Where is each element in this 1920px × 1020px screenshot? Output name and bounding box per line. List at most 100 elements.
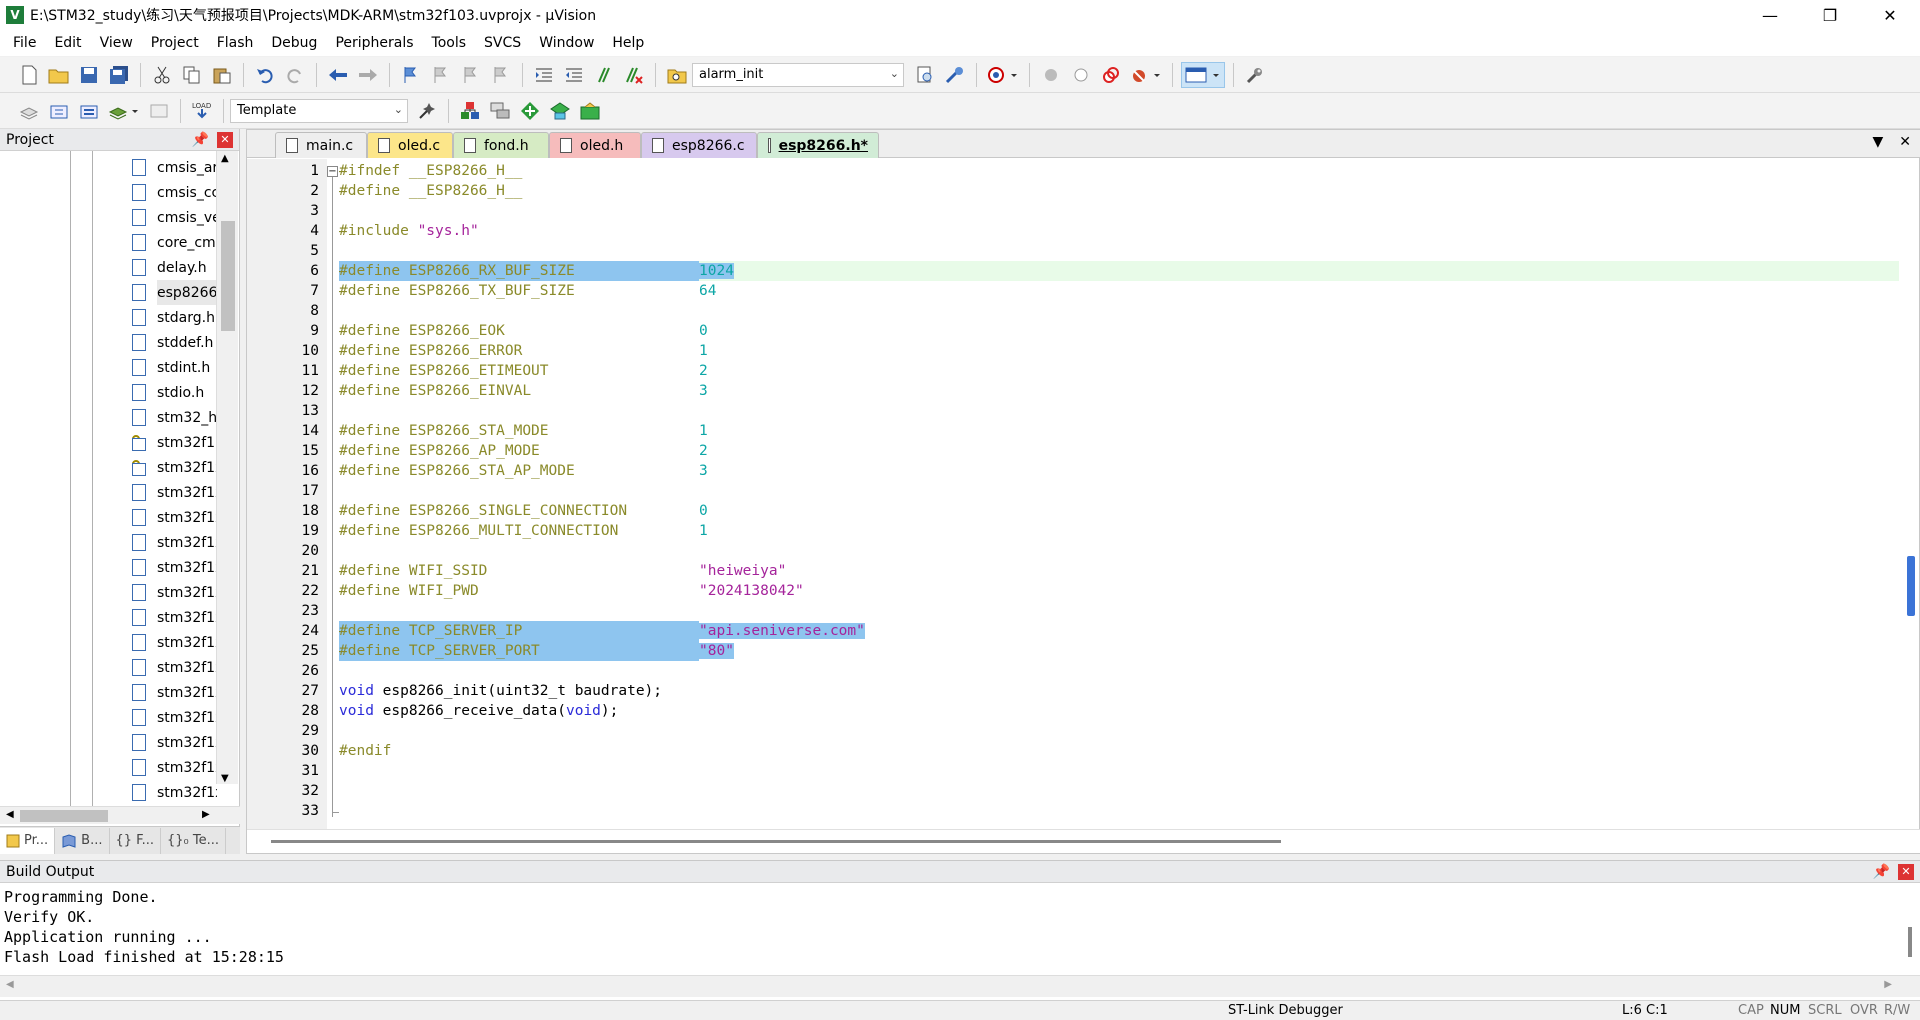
tab-oled-h[interactable]: oled.h [549, 132, 641, 158]
scroll-thumb[interactable] [221, 221, 235, 331]
comment-icon[interactable] [591, 62, 617, 88]
build-output-text[interactable]: Programming Done. Verify OK. Application r… [4, 887, 284, 967]
tab-esp8266-c[interactable]: esp8266.c [641, 132, 757, 158]
select-packs-icon[interactable] [517, 98, 543, 124]
indent-icon[interactable] [531, 62, 557, 88]
menu-view[interactable]: View [91, 30, 142, 56]
manage-components-icon[interactable] [487, 98, 513, 124]
close-panel-icon[interactable]: ✕ [217, 131, 233, 148]
configure-wrench-icon[interactable] [1242, 62, 1268, 88]
unindent-icon[interactable] [561, 62, 587, 88]
code-area[interactable]: 1 #ifndef __ESP8266_H__ 2 #define __ESP826… [302, 161, 1899, 821]
menu-flash[interactable]: Flash [208, 30, 263, 56]
menu-debug[interactable]: Debug [262, 30, 326, 56]
scroll-thumb[interactable] [271, 840, 1281, 843]
new-file-icon[interactable] [16, 62, 42, 88]
project-tree-file[interactable]: stdint.h [157, 355, 217, 380]
close-window-button[interactable]: ✕ [1860, 0, 1920, 30]
target-options-icon[interactable] [414, 98, 440, 124]
find-in-files-icon[interactable] [664, 62, 690, 88]
tab-list-dropdown-icon[interactable]: ▼ [1872, 134, 1883, 150]
navigate-forward-icon[interactable] [355, 62, 381, 88]
insert-breakpoint-icon[interactable] [1038, 62, 1064, 88]
project-tree-file[interactable]: stm32f1x [157, 680, 217, 705]
disable-breakpoints-icon[interactable] [1098, 62, 1124, 88]
scroll-thumb[interactable] [1907, 556, 1915, 616]
redo-icon[interactable] [282, 62, 308, 88]
menu-window[interactable]: Window [530, 30, 603, 56]
project-tree-file[interactable]: cmsis_cc [157, 180, 217, 205]
scroll-down-icon[interactable]: ▼ [221, 773, 229, 784]
save-icon[interactable] [76, 62, 102, 88]
project-tree-file[interactable]: stm32f1x [157, 755, 217, 780]
close-tab-icon[interactable]: ✕ [1899, 134, 1911, 150]
project-tree-file[interactable]: cmsis_ve [157, 205, 217, 230]
bookmark-icon[interactable] [398, 62, 424, 88]
scroll-right-icon[interactable]: ▶ [1884, 979, 1892, 990]
tab-fond-h[interactable]: fond.h [453, 132, 549, 158]
close-panel-icon[interactable]: ✕ [1898, 863, 1914, 880]
menu-peripherals[interactable]: Peripherals [326, 30, 422, 56]
window-layout-icon[interactable] [1181, 61, 1225, 88]
menu-svcs[interactable]: SVCS [475, 30, 530, 56]
tab-functions[interactable]: {} F... [110, 827, 161, 854]
rebuild-icon[interactable] [76, 98, 102, 124]
file-extensions-icon[interactable] [457, 98, 483, 124]
project-tree-file[interactable]: stm32f10 [157, 430, 217, 455]
batch-build-icon[interactable] [106, 98, 142, 124]
project-tree-file[interactable]: stm32f1x [157, 580, 217, 605]
scroll-left-icon[interactable]: ◀ [6, 809, 14, 820]
debug-session-icon[interactable] [985, 62, 1021, 88]
project-tree-vscroll[interactable]: ▲ ▼ [216, 151, 238, 784]
save-all-icon[interactable] [106, 62, 132, 88]
tab-oled-c[interactable]: oled.c [367, 132, 453, 158]
project-tree-file[interactable]: stm32f1x [157, 655, 217, 680]
project-tree-file[interactable]: stdarg.h [157, 305, 217, 330]
menu-tools[interactable]: Tools [423, 30, 476, 56]
download-load-icon[interactable]: LOAD [189, 98, 215, 124]
tab-books[interactable]: B... [55, 827, 110, 854]
project-tree-file[interactable]: stdio.h [157, 380, 217, 405]
translate-icon[interactable] [16, 98, 42, 124]
undo-icon[interactable] [252, 62, 278, 88]
project-tree-file[interactable]: core_cm [157, 230, 217, 255]
pack-installer-icon[interactable] [547, 98, 573, 124]
project-tree-file[interactable]: stm32f1x [157, 555, 217, 580]
navigate-back-icon[interactable] [325, 62, 351, 88]
build-output-hscroll[interactable]: ◀ ▶ [0, 975, 1920, 997]
find-combo[interactable]: alarm_init ⌄ [692, 62, 904, 87]
stop-build-icon[interactable] [146, 98, 172, 124]
open-folder-icon[interactable] [46, 62, 72, 88]
maximize-button[interactable]: ❐ [1800, 0, 1860, 30]
project-tree-file[interactable]: delay.h [157, 255, 217, 280]
scroll-thumb[interactable] [1908, 927, 1912, 957]
scroll-thumb[interactable] [20, 810, 108, 822]
editor-vscroll[interactable] [1903, 159, 1919, 829]
fold-collapse-icon[interactable]: − [327, 166, 338, 177]
project-tree-file[interactable]: stm32_ha [157, 405, 217, 430]
menu-file[interactable]: File [4, 30, 45, 56]
tab-main-c[interactable]: main.c [275, 132, 367, 158]
minimize-button[interactable]: — [1740, 0, 1800, 30]
scroll-left-icon[interactable]: ◀ [6, 979, 14, 990]
prev-bookmark-icon[interactable] [428, 62, 454, 88]
project-tree-file[interactable]: cmsis_ar [157, 155, 217, 180]
build-output-vscroll[interactable] [1900, 885, 1920, 975]
project-tree-file[interactable]: stm32f1x [157, 455, 217, 480]
scroll-right-icon[interactable]: ▶ [202, 809, 210, 820]
project-tree-file[interactable]: stm32f1x [157, 605, 217, 630]
copy-icon[interactable] [179, 62, 205, 88]
project-tree-file[interactable]: stddef.h [157, 330, 217, 355]
tab-project[interactable]: Pr... [0, 827, 56, 854]
tab-esp8266-h[interactable]: esp8266.h* [757, 132, 879, 158]
manage-rte-icon[interactable] [577, 98, 603, 124]
paste-icon[interactable] [209, 62, 235, 88]
kill-breakpoints-icon[interactable] [1128, 62, 1164, 88]
editor-hscroll[interactable] [247, 829, 1920, 853]
scroll-up-icon[interactable]: ▲ [221, 153, 229, 164]
build-icon[interactable] [46, 98, 72, 124]
project-tree-file[interactable]: stm32f1x [157, 780, 217, 805]
clear-bookmarks-icon[interactable] [488, 62, 514, 88]
project-tree-file[interactable]: stm32f1x [157, 530, 217, 555]
next-bookmark-icon[interactable] [458, 62, 484, 88]
